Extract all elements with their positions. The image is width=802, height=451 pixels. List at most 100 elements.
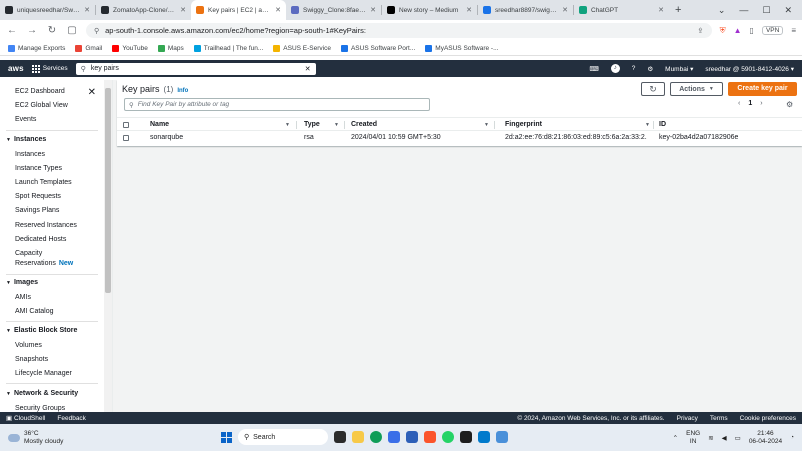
edge-icon[interactable] [370, 431, 382, 443]
browser-tab[interactable]: Key pairs | EC2 | ap-s... ✕ [191, 0, 286, 20]
cookie-preferences-link[interactable]: Cookie preferences [740, 415, 796, 422]
close-tab-icon[interactable]: ✕ [84, 6, 90, 14]
info-link[interactable]: Info [177, 88, 188, 94]
sidebar-item[interactable]: Launch Templates [15, 179, 72, 186]
column-header-type[interactable]: Type [304, 118, 320, 132]
notepad-icon[interactable] [496, 431, 508, 443]
sidebar-section-ebs[interactable]: ▼ Elastic Block Store [6, 327, 77, 334]
sidebar-item[interactable]: Reserved Instances [15, 222, 77, 229]
battery-icon[interactable]: ▭ [735, 434, 741, 442]
sidebar-item[interactable]: AMIs [15, 294, 31, 301]
close-icon[interactable]: ✕ [784, 5, 792, 16]
column-divider[interactable] [653, 121, 654, 129]
bookmark-item[interactable]: Manage Exports [8, 44, 65, 52]
aws-search-input[interactable]: ⚲ key pairs ✕ [75, 62, 316, 75]
cloudshell-link[interactable]: ▣ CloudShell [6, 414, 45, 422]
minimize-icon[interactable]: — [739, 5, 748, 16]
actions-button[interactable]: Actions ▼ [670, 82, 723, 96]
bookmark-item[interactable]: MyASUS Software -... [425, 44, 499, 52]
bookmark-item[interactable]: Maps [157, 44, 184, 52]
share-icon[interactable]: ⇪ [697, 26, 703, 35]
region-selector[interactable]: Mumbai ▾ [665, 65, 693, 73]
sidebar-section-instances[interactable]: ▼ Instances [6, 136, 46, 143]
page-number[interactable]: 1 [748, 100, 752, 107]
store-icon[interactable] [388, 431, 400, 443]
maximize-icon[interactable]: ☐ [762, 5, 770, 16]
aws-logo[interactable]: aws [8, 64, 24, 73]
browser-tab[interactable]: New story – Medium ✕ [382, 0, 477, 20]
sidebar-item[interactable]: Spot Requests [15, 193, 61, 200]
bell-icon[interactable]: ♪ [610, 64, 620, 73]
brave-browser-icon[interactable] [424, 431, 436, 443]
sort-icon[interactable]: ▼ [645, 118, 650, 132]
chevron-up-icon[interactable]: ⌃ [673, 434, 678, 442]
sidebar-item-events[interactable]: Events [15, 116, 36, 123]
privacy-link[interactable]: Privacy [677, 415, 698, 422]
forward-icon[interactable]: → [26, 25, 38, 36]
feedback-link[interactable]: Feedback [57, 415, 86, 422]
sidebar-item[interactable]: Capacity [15, 250, 42, 257]
vpn-button[interactable]: VPN [761, 26, 784, 35]
scrollbar-thumb[interactable] [105, 88, 111, 293]
windows-start-icon[interactable] [221, 431, 232, 443]
vscode-icon[interactable] [478, 431, 490, 443]
url-bar[interactable]: ⚲ ap-south-1.console.aws.amazon.com/ec2/… [86, 23, 712, 38]
sort-icon[interactable]: ▼ [334, 118, 339, 132]
sidebar-item-capacity-reservations[interactable]: Reservations New [15, 260, 73, 267]
close-tab-icon[interactable]: ✕ [562, 6, 568, 14]
column-header-created[interactable]: Created [351, 118, 377, 132]
menu-icon[interactable]: ≡ [791, 26, 796, 35]
taskbar-search[interactable]: ⚲ Search [238, 429, 328, 445]
help-icon[interactable]: ? [632, 65, 636, 72]
filter-input[interactable]: ⚲ Find Key Pair by attribute or tag [124, 98, 430, 111]
terms-link[interactable]: Terms [710, 415, 728, 422]
bookmark-item[interactable]: YouTube [112, 44, 148, 52]
sidebar-scrollbar[interactable] [104, 80, 112, 412]
sidebar-section-images[interactable]: ▼ Images [6, 279, 38, 286]
table-settings-icon[interactable]: ⚙ [786, 100, 793, 109]
sidebar-item[interactable]: Dedicated Hosts [15, 236, 66, 243]
back-icon[interactable]: ← [6, 25, 18, 36]
column-divider[interactable] [494, 121, 495, 129]
select-all-checkbox[interactable] [123, 122, 129, 128]
site-info-icon[interactable]: ⚲ [94, 27, 99, 35]
clear-search-icon[interactable]: ✕ [305, 65, 311, 73]
sort-icon[interactable]: ▼ [285, 118, 290, 132]
close-tab-icon[interactable]: ✕ [370, 6, 376, 14]
create-key-pair-button[interactable]: Create key pair [728, 82, 797, 96]
notifications-icon[interactable]: ◔ [790, 434, 794, 441]
column-divider[interactable] [344, 121, 345, 129]
column-header-name[interactable]: Name [150, 118, 169, 132]
close-tab-icon[interactable]: ✕ [658, 6, 664, 14]
prev-page-icon[interactable]: ‹ [738, 100, 740, 107]
browser-tab[interactable]: uniquesreedhar/Swiggy_... ✕ [0, 0, 95, 20]
settings-icon[interactable]: ⚙ [647, 65, 653, 73]
column-header-id[interactable]: ID [659, 118, 666, 132]
app-icon[interactable] [406, 431, 418, 443]
bookmark-item[interactable]: Gmail [75, 44, 102, 52]
weather-widget[interactable]: 36°C Mostly cloudy [8, 430, 63, 446]
bookmark-item[interactable]: ASUS E-Service [273, 44, 331, 52]
whatsapp-icon[interactable] [442, 431, 454, 443]
sidebar-item[interactable]: Instances [15, 151, 45, 158]
next-page-icon[interactable]: › [760, 100, 762, 107]
close-sidebar-icon[interactable]: ✕ [88, 87, 96, 98]
language-indicator[interactable]: ENG IN [686, 430, 700, 446]
bookmark-item[interactable]: Trailhead | The fun... [193, 44, 263, 52]
sidebar-item[interactable]: Lifecycle Manager [15, 370, 72, 377]
sidebar-item-global-view[interactable]: EC2 Global View [15, 102, 68, 109]
sidebar-item[interactable]: Security Groups [15, 405, 65, 412]
close-tab-icon[interactable]: ✕ [466, 6, 472, 14]
cloudshell-icon[interactable]: ⌨ [589, 65, 598, 73]
sidebar-item-dashboard[interactable]: EC2 Dashboard [15, 88, 65, 95]
sort-icon[interactable]: ▼ [484, 118, 489, 132]
brave-rewards-icon[interactable]: ▲ [734, 26, 742, 35]
sidebar-item[interactable]: Snapshots [15, 356, 48, 363]
sidebar-item[interactable]: Instance Types [15, 165, 62, 172]
sidebar-item[interactable]: Volumes [15, 342, 42, 349]
bookmark-item[interactable]: ASUS Software Port... [340, 44, 415, 52]
bookmark-icon[interactable]: ▢ [66, 25, 78, 36]
task-view-icon[interactable] [334, 431, 346, 443]
close-tab-icon[interactable]: ✕ [275, 6, 281, 14]
wifi-icon[interactable]: ≋ [708, 434, 713, 442]
